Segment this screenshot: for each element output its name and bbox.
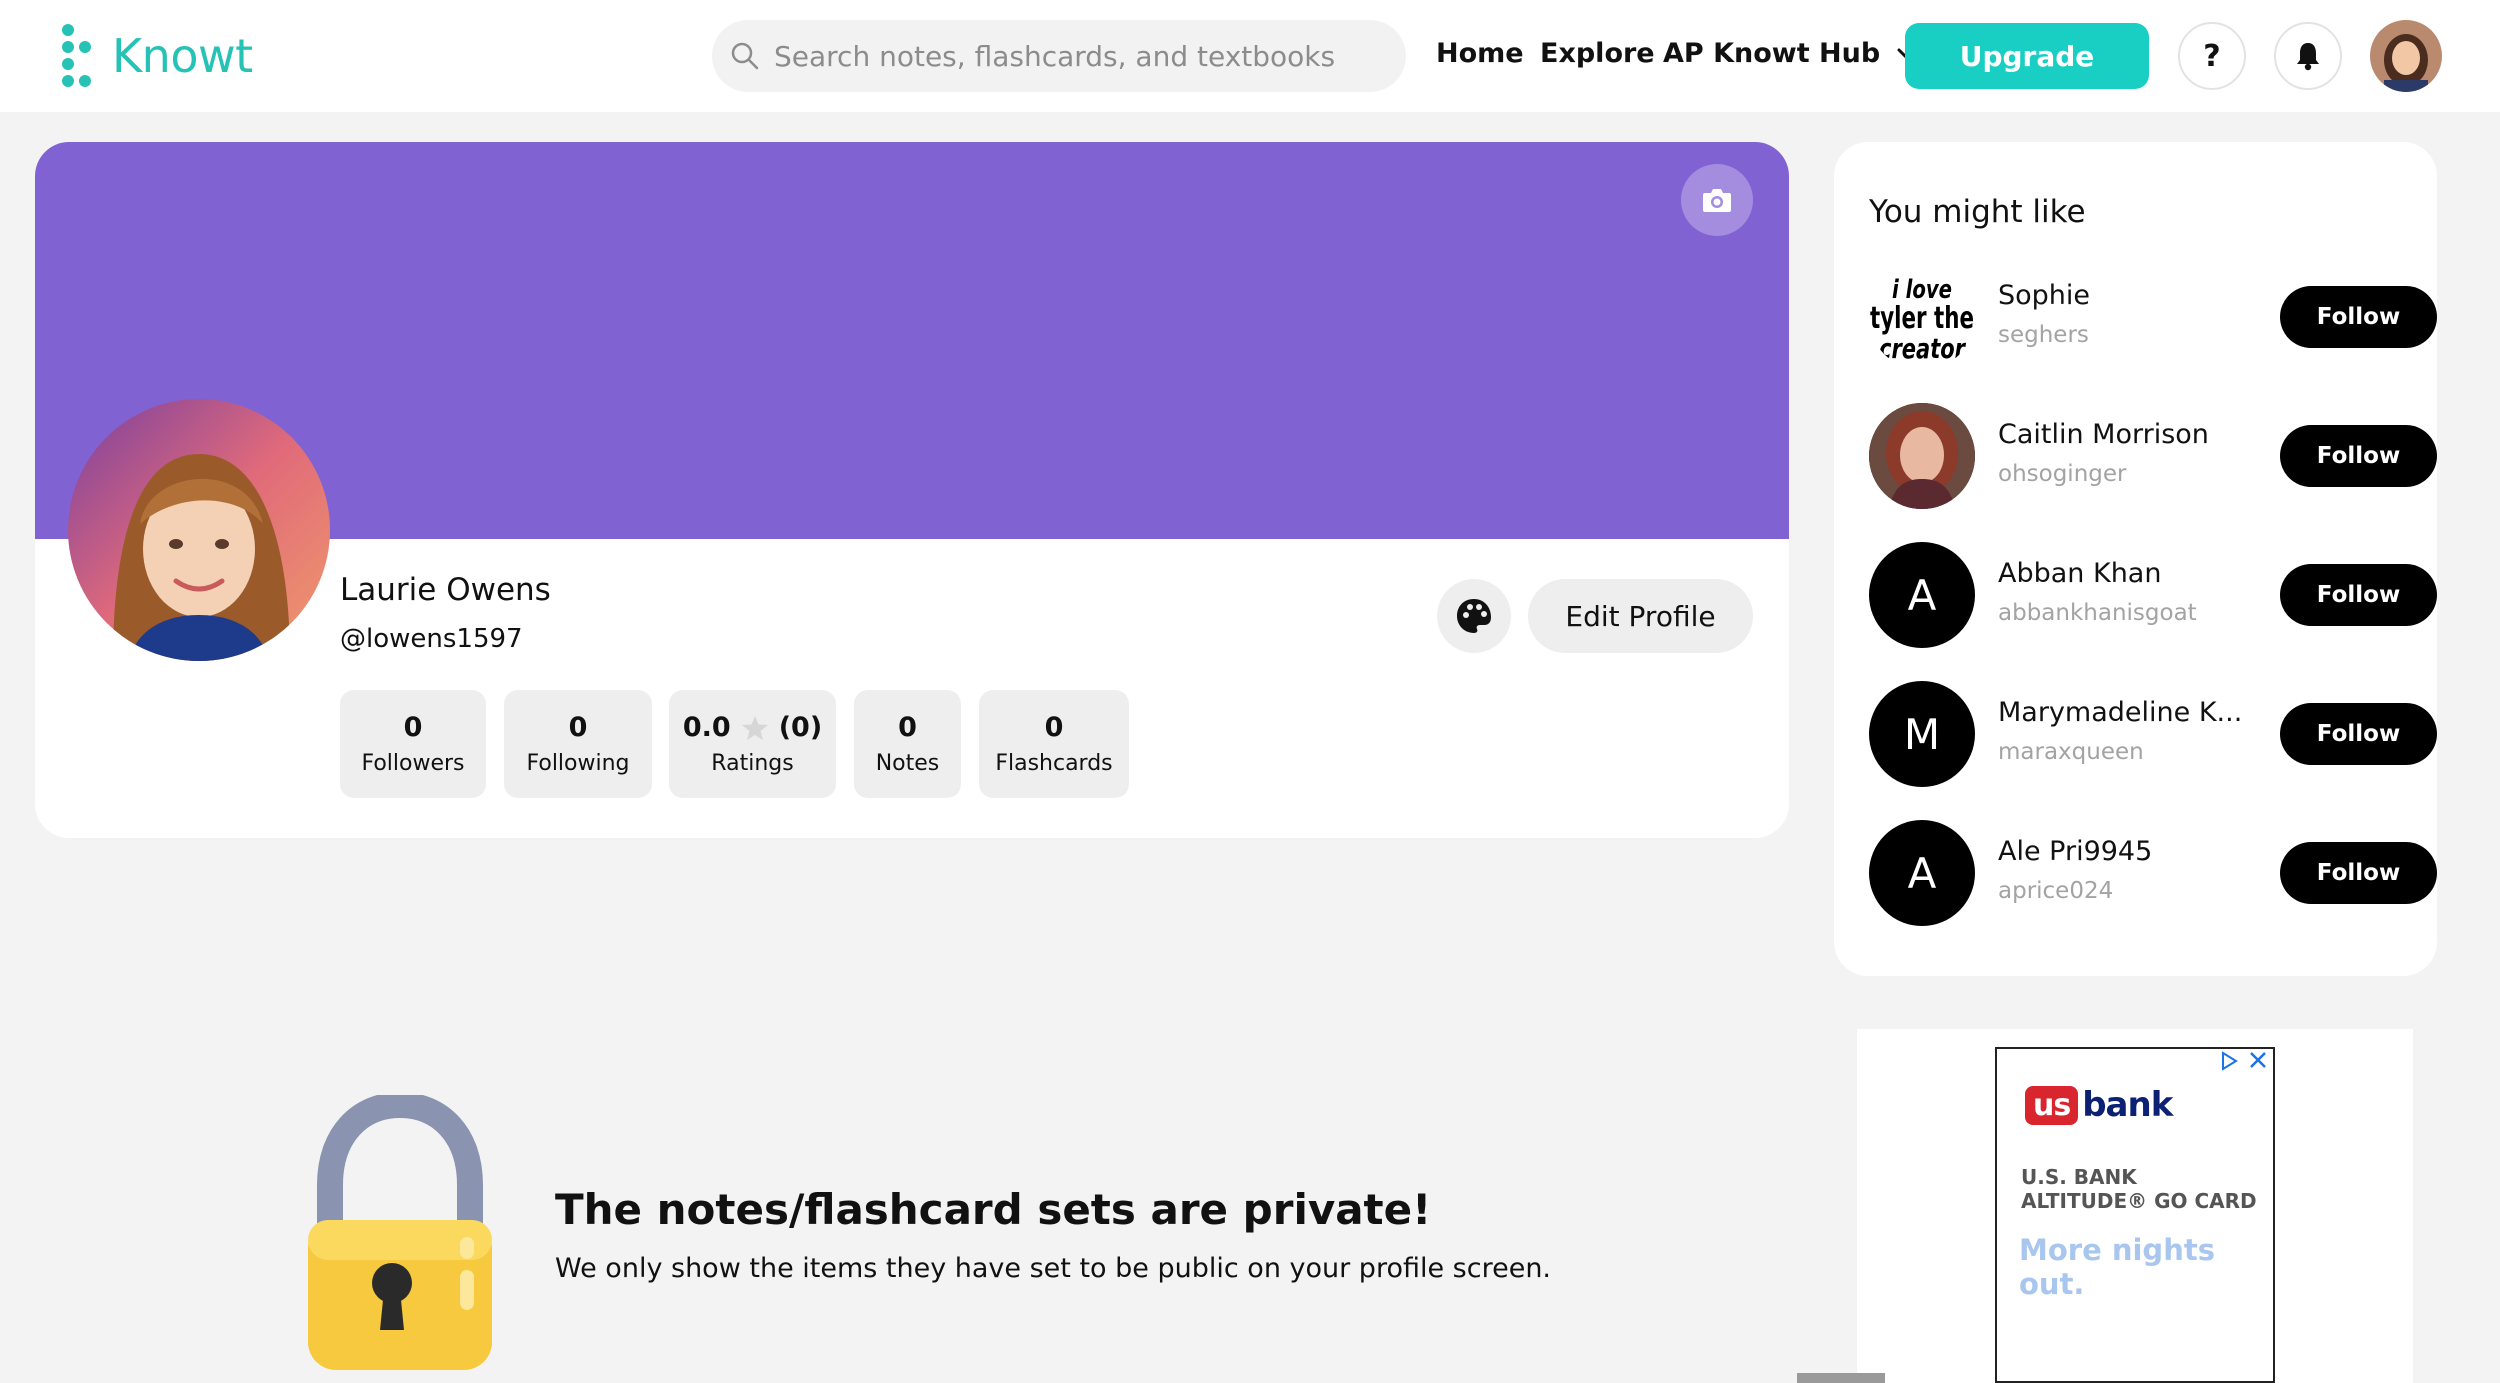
private-title: The notes/flashcard sets are private! <box>555 1185 1432 1234</box>
usbank-ad[interactable]: us bank U.S. BANK ALTITUDE® GO CARD More… <box>1995 1047 2275 1383</box>
camera-icon <box>1703 189 1731 212</box>
suggestion-avatar[interactable]: A <box>1869 542 1975 648</box>
logo-text: Knowt <box>112 29 253 83</box>
search-icon <box>731 42 759 70</box>
stat-ratings[interactable]: 0.0 (0) Ratings <box>669 690 836 798</box>
palette-icon <box>1457 599 1491 633</box>
usbank-logo-bank: bank <box>2082 1085 2173 1125</box>
suggestions-card: You might like i love tyler the creator … <box>1834 142 2437 976</box>
bell-icon <box>2297 43 2319 71</box>
ratings-value-row: 0.0 (0) <box>683 712 822 743</box>
suggestion-avatar-image: i love tyler the creator <box>1870 275 1974 365</box>
follow-button[interactable]: Follow <box>2280 564 2437 626</box>
nav-ap-knowt-hub-label: AP Knowt Hub <box>1663 38 1881 69</box>
private-subtitle: We only show the items they have set to … <box>555 1253 1552 1284</box>
avatar-text-line-3: creator <box>1879 332 1967 365</box>
nav-home[interactable]: Home <box>1436 38 1524 69</box>
search-bar[interactable] <box>712 20 1406 92</box>
profile-card: Laurie Owens @lowens1597 Edit Profile 0 … <box>35 142 1789 838</box>
suggestion-item: A Abban Khan abbankhanisgoat Follow <box>1869 542 2437 648</box>
usbank-logo-us: us <box>2025 1085 2079 1125</box>
suggestion-avatar[interactable] <box>1869 403 1975 509</box>
close-icon[interactable] <box>2249 1051 2267 1069</box>
knowt-logo[interactable]: Knowt <box>58 24 253 88</box>
user-avatar[interactable] <box>2370 20 2442 92</box>
suggestion-username: seghers <box>1998 322 2089 348</box>
follow-button[interactable]: Follow <box>2280 703 2437 765</box>
follow-button[interactable]: Follow <box>2280 286 2437 348</box>
search-input[interactable] <box>774 39 1374 73</box>
stat-followers[interactable]: 0 Followers <box>340 690 486 798</box>
nav-explore[interactable]: Explore <box>1540 38 1655 69</box>
ad-line-2: ALTITUDE® GO CARD <box>2021 1189 2257 1213</box>
avatar-text-line-2: tyler the <box>1870 301 1974 336</box>
suggestion-name[interactable]: Sophie <box>1998 280 2090 311</box>
suggestion-name[interactable]: Abban Khan <box>1998 558 2161 589</box>
suggestion-username: maraxqueen <box>1998 739 2144 765</box>
suggestion-avatar[interactable]: i love tyler the creator <box>1869 264 1975 370</box>
usbank-logo: us bank <box>2025 1085 2173 1125</box>
profile-name: Laurie Owens <box>340 572 551 608</box>
ratings-label: Ratings <box>711 751 794 776</box>
nav-ap-knowt-hub[interactable]: AP Knowt Hub <box>1663 38 1918 69</box>
scroll-indicator[interactable] <box>1797 1373 1885 1383</box>
suggestion-item: M Marymadeline K... maraxqueen Follow <box>1869 681 2437 787</box>
flashcards-label: Flashcards <box>995 751 1113 776</box>
stat-following[interactable]: 0 Following <box>504 690 652 798</box>
star-icon <box>741 715 768 740</box>
follow-button[interactable]: Follow <box>2280 842 2437 904</box>
change-cover-button[interactable] <box>1681 164 1753 236</box>
ratings-count: (0) <box>778 712 823 743</box>
suggestion-avatar-image <box>1869 403 1975 509</box>
suggestion-name[interactable]: Caitlin Morrison <box>1998 419 2209 450</box>
ratings-value: 0.0 <box>682 712 731 743</box>
lock-icon <box>300 1091 500 1381</box>
stat-notes[interactable]: 0 Notes <box>854 690 961 798</box>
follow-button[interactable]: Follow <box>2280 425 2437 487</box>
suggestion-username: abbankhanisgoat <box>1998 600 2197 626</box>
theme-button[interactable] <box>1437 579 1511 653</box>
notes-count: 0 <box>898 712 917 743</box>
profile-handle: @lowens1597 <box>340 624 523 654</box>
stat-flashcards[interactable]: 0 Flashcards <box>979 690 1129 798</box>
ad-line-1: U.S. BANK <box>2021 1165 2137 1189</box>
suggestion-avatar[interactable]: A <box>1869 820 1975 926</box>
suggestion-avatar[interactable]: M <box>1869 681 1975 787</box>
profile-photo <box>68 399 330 661</box>
suggestion-username: ohsoginger <box>1998 461 2127 487</box>
ad-choices-icon[interactable] <box>2219 1051 2239 1071</box>
top-navbar: Knowt Home Explore AP Knowt Hub Upgrade … <box>0 0 2500 112</box>
knowt-logo-icon <box>58 24 98 88</box>
following-label: Following <box>526 751 630 776</box>
notes-label: Notes <box>875 751 940 776</box>
suggestion-username: aprice024 <box>1998 878 2114 904</box>
followers-label: Followers <box>361 751 465 776</box>
ad-tagline: More nights out. <box>2019 1233 2215 1301</box>
user-avatar-image <box>2370 20 2442 92</box>
suggestion-name[interactable]: Marymadeline K... <box>1998 697 2242 728</box>
profile-avatar[interactable] <box>68 399 330 661</box>
help-icon: ? <box>2203 38 2221 74</box>
suggestion-item: A Ale Pri9945 aprice024 Follow <box>1869 820 2437 926</box>
suggestions-title: You might like <box>1869 194 2086 230</box>
upgrade-button[interactable]: Upgrade <box>1905 23 2149 89</box>
notifications-button[interactable] <box>2274 22 2342 90</box>
suggestion-item: Caitlin Morrison ohsoginger Follow <box>1869 403 2437 509</box>
suggestion-item: i love tyler the creator Sophie seghers … <box>1869 264 2437 370</box>
ad-controls <box>2219 1051 2267 1071</box>
edit-profile-button[interactable]: Edit Profile <box>1528 579 1753 653</box>
following-count: 0 <box>568 712 588 743</box>
followers-count: 0 <box>403 712 423 743</box>
suggestion-name[interactable]: Ale Pri9945 <box>1998 836 2152 867</box>
help-button[interactable]: ? <box>2178 22 2246 90</box>
flashcards-count: 0 <box>1044 712 1064 743</box>
